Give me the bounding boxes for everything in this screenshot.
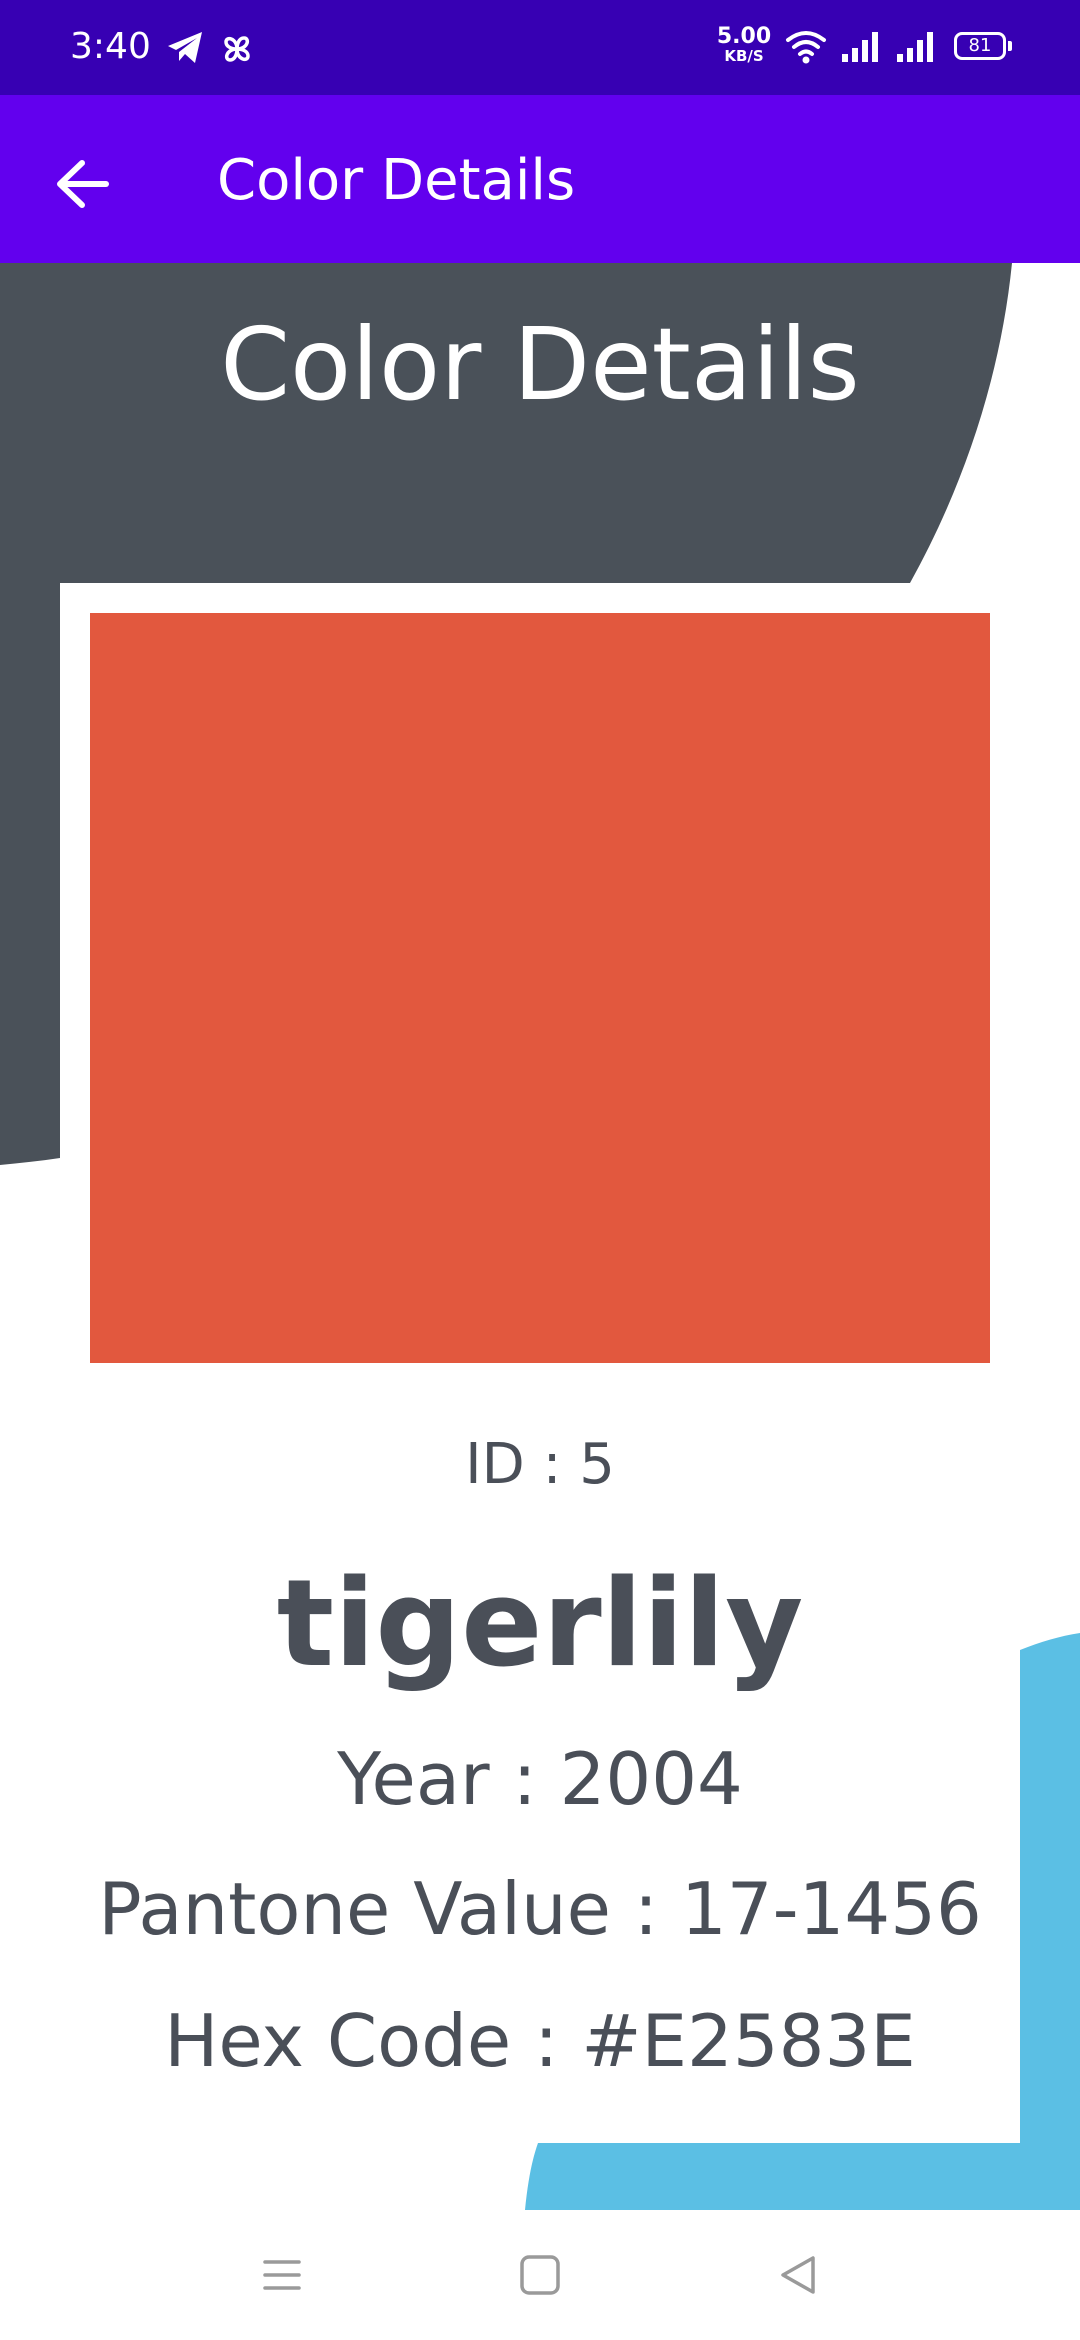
color-id: ID : 5 [465,1432,615,1497]
color-year: Year : 2004 [337,1737,743,1821]
pinwheel-icon [224,36,250,62]
hex-code: Hex Code : #E2583E [164,1999,916,2083]
telegram-icon [168,32,202,63]
back-button[interactable] [40,139,130,229]
battery-icon: 81 [954,32,1012,60]
wifi-icon [786,31,826,64]
arrow-left-icon [57,160,109,208]
menu-icon[interactable] [247,2240,317,2310]
home-icon[interactable] [505,2240,575,2310]
navigation-bar [0,2210,1080,2340]
signal-icon [897,32,933,62]
signal-icon [842,32,878,62]
color-swatch [90,613,990,1363]
network-speed: 5.00 KB/S [716,24,772,65]
page-heading: Color Details [220,306,860,423]
app-bar-title: Color Details [217,148,576,213]
status-bar: 3:40 5.00 KB/S 81 [0,0,1080,95]
app-bar: Color Details [0,95,1080,263]
status-time: 3:40 [70,26,151,67]
back-triangle-icon[interactable] [763,2240,833,2310]
pantone-value: Pantone Value : 17-1456 [98,1867,982,1951]
color-name: tigerlily [276,1555,804,1694]
